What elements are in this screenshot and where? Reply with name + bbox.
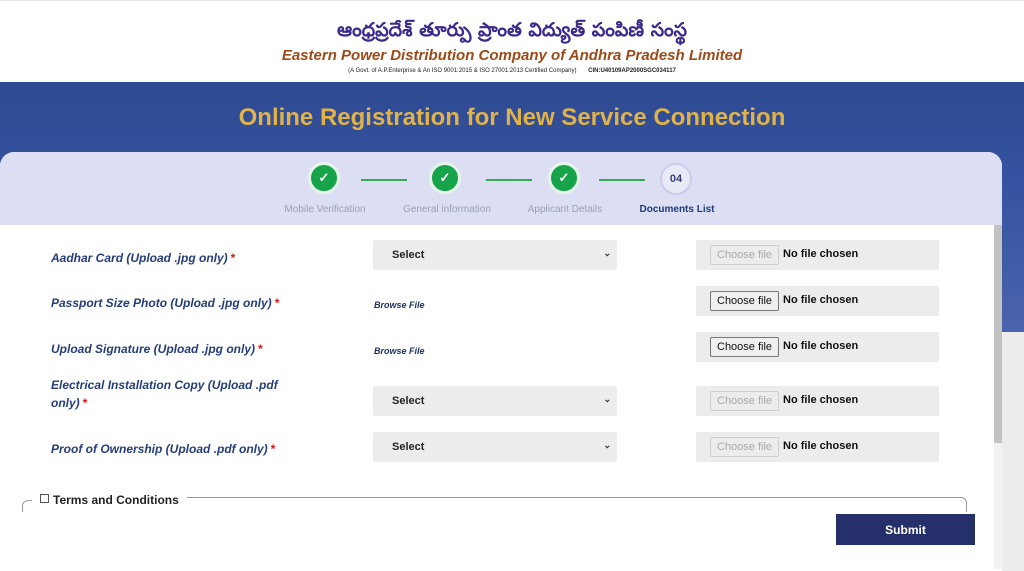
step-label-documents-list: Documents List — [639, 204, 715, 215]
step-3-check-icon: ✓ — [548, 162, 580, 194]
passport-photo-browse-link[interactable]: Browse File — [374, 300, 425, 310]
aadhar-file-input[interactable]: Choose file No file chosen — [696, 240, 939, 270]
signature-browse-link[interactable]: Browse File — [374, 346, 425, 356]
file-status: No file chosen — [783, 248, 859, 260]
proof-of-ownership-select[interactable]: Select ⌄ — [373, 432, 617, 462]
choose-file-button[interactable]: Choose file — [710, 337, 780, 357]
step-connector — [486, 179, 532, 181]
step-connector — [599, 179, 645, 181]
submit-button[interactable]: Submit — [836, 514, 975, 545]
choose-file-button[interactable]: Choose file — [710, 291, 780, 311]
signature-label: Upload Signature (Upload .jpg only) * — [51, 342, 263, 356]
registration-card: ✓ ✓ ✓ 04 Mobile Verification General inf… — [0, 152, 1002, 569]
terms-fieldset-border — [187, 497, 967, 512]
page-background — [1002, 332, 1024, 571]
file-status: No file chosen — [783, 294, 859, 306]
passport-photo-file-input[interactable]: Choose file No file chosen — [696, 286, 939, 316]
step-label-general-information: General information — [403, 204, 491, 215]
step-2-check-icon: ✓ — [429, 162, 461, 194]
scrollbar[interactable] — [994, 225, 1002, 569]
site-header: ఆంధ్రప్రదేశ్ తూర్పు ప్రాంత విద్యుత్ పంపి… — [0, 0, 1024, 82]
signature-file-input[interactable]: Choose file No file chosen — [696, 332, 939, 362]
choose-file-button[interactable]: Choose file — [710, 391, 780, 411]
terms-checkbox[interactable] — [40, 494, 49, 503]
file-status: No file chosen — [783, 394, 859, 406]
telugu-company-name: ఆంధ్రప్రదేశ్ తూర్పు ప్రాంత విద్యుత్ పంపి… — [336, 19, 688, 41]
progress-stepper: ✓ ✓ ✓ 04 Mobile Verification General inf… — [0, 152, 1002, 225]
step-label-mobile-verification: Mobile Verification — [284, 204, 366, 215]
cin-text: CIN:U40109AP2000SGC034117 — [588, 68, 676, 74]
step-connector — [361, 179, 407, 181]
page-title: Online Registration for New Service Conn… — [238, 104, 786, 131]
electrical-installation-select[interactable]: Select ⌄ — [373, 386, 617, 416]
passport-photo-label: Passport Size Photo (Upload .jpg only) * — [51, 296, 280, 310]
terms-label[interactable]: Terms and Conditions — [53, 493, 179, 507]
chevron-down-icon: ⌄ — [603, 440, 611, 450]
step-1-check-icon: ✓ — [308, 162, 340, 194]
file-status: No file chosen — [783, 340, 859, 352]
chevron-down-icon: ⌄ — [603, 248, 611, 258]
aadhar-label: Aadhar Card (Upload .jpg only) * — [51, 251, 236, 265]
certification-text: (A Govt. of A.P.Enterprise & An ISO 9001… — [348, 68, 577, 74]
choose-file-button[interactable]: Choose file — [710, 437, 780, 457]
certification-line: (A Govt. of A.P.Enterprise & An ISO 9001… — [0, 68, 1024, 74]
chevron-down-icon: ⌄ — [603, 394, 611, 404]
aadhar-select[interactable]: Select ⌄ — [373, 240, 617, 270]
company-name: Eastern Power Distribution Company of An… — [281, 47, 743, 64]
proof-of-ownership-file-input[interactable]: Choose file No file chosen — [696, 432, 939, 462]
electrical-installation-file-input[interactable]: Choose file No file chosen — [696, 386, 939, 416]
electrical-installation-label: Electrical Installation Copy (Upload .pd… — [51, 378, 278, 410]
step-4-number: 04 — [660, 163, 692, 195]
terms-fieldset-border — [22, 500, 32, 512]
step-label-applicant-details: Applicant Details — [527, 204, 603, 215]
proof-of-ownership-label: Proof of Ownership (Upload .pdf only) * — [51, 442, 276, 456]
scrollbar-thumb[interactable] — [994, 225, 1002, 443]
file-status: No file chosen — [783, 440, 859, 452]
choose-file-button[interactable]: Choose file — [710, 245, 780, 265]
